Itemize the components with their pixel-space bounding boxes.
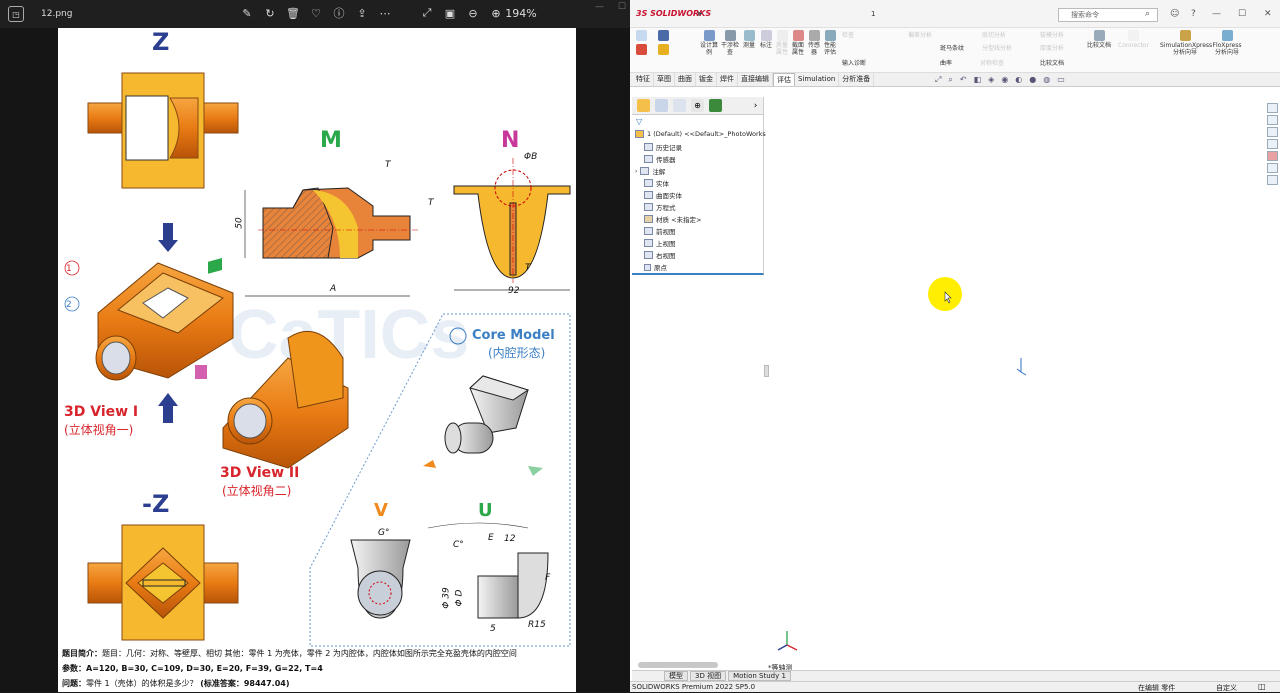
fullscreen-icon[interactable]: ⤢ [420,6,434,20]
callout-2: 2 [66,300,72,310]
tab-motion-study[interactable]: Motion Study 1 [728,671,791,681]
dim-t-n-left: T [428,198,434,208]
rotate-icon[interactable]: ↻ [263,6,277,20]
tag-icon[interactable]: ◫ [1258,682,1266,691]
params-values: A=120, B=30, C=109, D=30, E=20, F=39, G=… [86,664,323,673]
bottom-tabs: 模型 3D 视图 Motion Study 1 [632,670,1280,681]
v-view [350,539,411,619]
view1-title: 3D View I [64,404,139,420]
appearances-icon[interactable] [1267,151,1278,161]
dim-t-m: T [385,160,391,170]
fit-icon[interactable]: ▣ [443,6,457,20]
params-line: 参数：A=120, B=30, C=109, D=30, E=20, F=39,… [62,663,323,674]
zoom-out-icon[interactable]: ⊖ [466,6,480,20]
tab-model[interactable]: 模型 [664,671,688,681]
graphics-area[interactable] [630,0,1280,692]
intro-line: 题目简介：题目：几何：对称、等壁厚、相切 其他：零件 1 为壳体，零件 2 为内… [62,648,517,659]
dim-phi-b: ΦB [524,152,538,162]
file-explorer-icon[interactable] [1267,127,1278,137]
dim-e: E [488,533,494,543]
core-model-title: Core Model [472,328,555,343]
n-label: N [501,128,520,153]
dim-5: 5 [490,624,496,634]
z-label: Z [152,28,170,56]
delete-icon[interactable]: 🗑 [286,6,300,20]
photo-viewer-window: ◳ 12.png ✎ ↻ 🗑 ♡ ⓘ ⇪ ⋯ ⤢ ▣ ⊖ ⊕ 194% — ☐ C… [0,0,630,692]
solidworks-window: 3S SOLIDWORKS ▸ 1 ⌕ 搜索命令 ⌕ ☺ ? — ☐ ✕ 设计算… [630,0,1280,692]
sw-resources-icon[interactable] [1267,103,1278,113]
more-icon[interactable]: ⋯ [378,6,392,20]
task-pane-tabs [1267,103,1279,185]
m-section-view [244,187,418,297]
status-version: SOLIDWORKS Premium 2022 SP5.0 [632,683,756,691]
origin-indicator [1016,358,1027,376]
dim-f: F [545,573,551,583]
minimize-icon[interactable]: — [595,2,604,12]
viewer-toolbar: ◳ 12.png ✎ ↻ 🗑 ♡ ⓘ ⇪ ⋯ ⤢ ▣ ⊖ ⊕ 194% — ☐ [0,0,630,28]
horizontal-scrollbar[interactable] [638,662,718,668]
zoom-level: 194% [505,6,537,20]
core-model-subtitle: (内腔形态) [488,346,546,360]
u-label: U [478,500,493,521]
drawing-image: CaTICs Z M N 50 A T ΦB T T 92 1 2 Core M… [58,28,576,692]
info-icon[interactable]: ⓘ [332,6,346,20]
edit-icon[interactable]: ✎ [240,6,254,20]
dim-g: G° [378,528,390,538]
forum-icon[interactable] [1267,175,1278,185]
params-label: 参数： [62,664,86,673]
dim-12: 12 [504,534,516,544]
dim-phi-d: Φ D [454,589,465,607]
m-label: M [320,128,342,153]
photos-app-icon: ◳ [8,6,24,22]
maximize-icon[interactable]: ☐ [618,2,626,12]
dim-r15: R15 [528,620,546,630]
share-icon[interactable]: ⇪ [355,6,369,20]
triad-icon [777,631,798,651]
view2-subtitle: (立体视角二) [222,484,292,498]
favorite-icon[interactable]: ♡ [309,6,323,20]
z-view [87,72,239,189]
neg-z-view [87,524,239,641]
status-bar: SOLIDWORKS Premium 2022 SP5.0 在编辑 零件 自定义… [630,681,1280,692]
dim-phi-39: Φ 39 [441,587,452,609]
intro-label: 题目简介： [62,649,102,658]
neg-z-label: -Z [142,490,170,518]
file-name: 12.png [41,9,73,19]
zoom-in-icon[interactable]: ⊕ [489,6,503,20]
v-label: V [374,500,388,521]
design-library-icon[interactable] [1267,115,1278,125]
dim-92: 92 [508,286,520,296]
custom-properties-icon[interactable] [1267,163,1278,173]
answer-text: (标准答案：98447.04) [200,679,290,688]
n-section-view [453,158,571,291]
dim-a: A [330,284,337,294]
question-line: 问题：零件 1（壳体）的体积是多少？ (标准答案：98447.04) [62,678,290,689]
question-label: 问题： [62,679,86,688]
view2-title: 3D View II [220,465,300,481]
callout-1: 1 [66,264,72,274]
dim-c: C° [453,540,464,550]
intro-text: 题目：几何：对称、等壁厚、相切 其他：零件 1 为壳体，零件 2 为内腔体，内腔… [102,649,517,658]
dim-t-n-bottom: T [525,263,531,273]
question-text: 零件 1（壳体）的体积是多少？ [86,679,198,688]
view-palette-icon[interactable] [1267,139,1278,149]
3d-view-1 [64,223,234,423]
tab-3d-views[interactable]: 3D 视图 [690,671,727,681]
dim-50: 50 [234,217,245,229]
view1-subtitle: (立体视角一) [64,423,134,437]
core-model-3d [423,375,543,476]
